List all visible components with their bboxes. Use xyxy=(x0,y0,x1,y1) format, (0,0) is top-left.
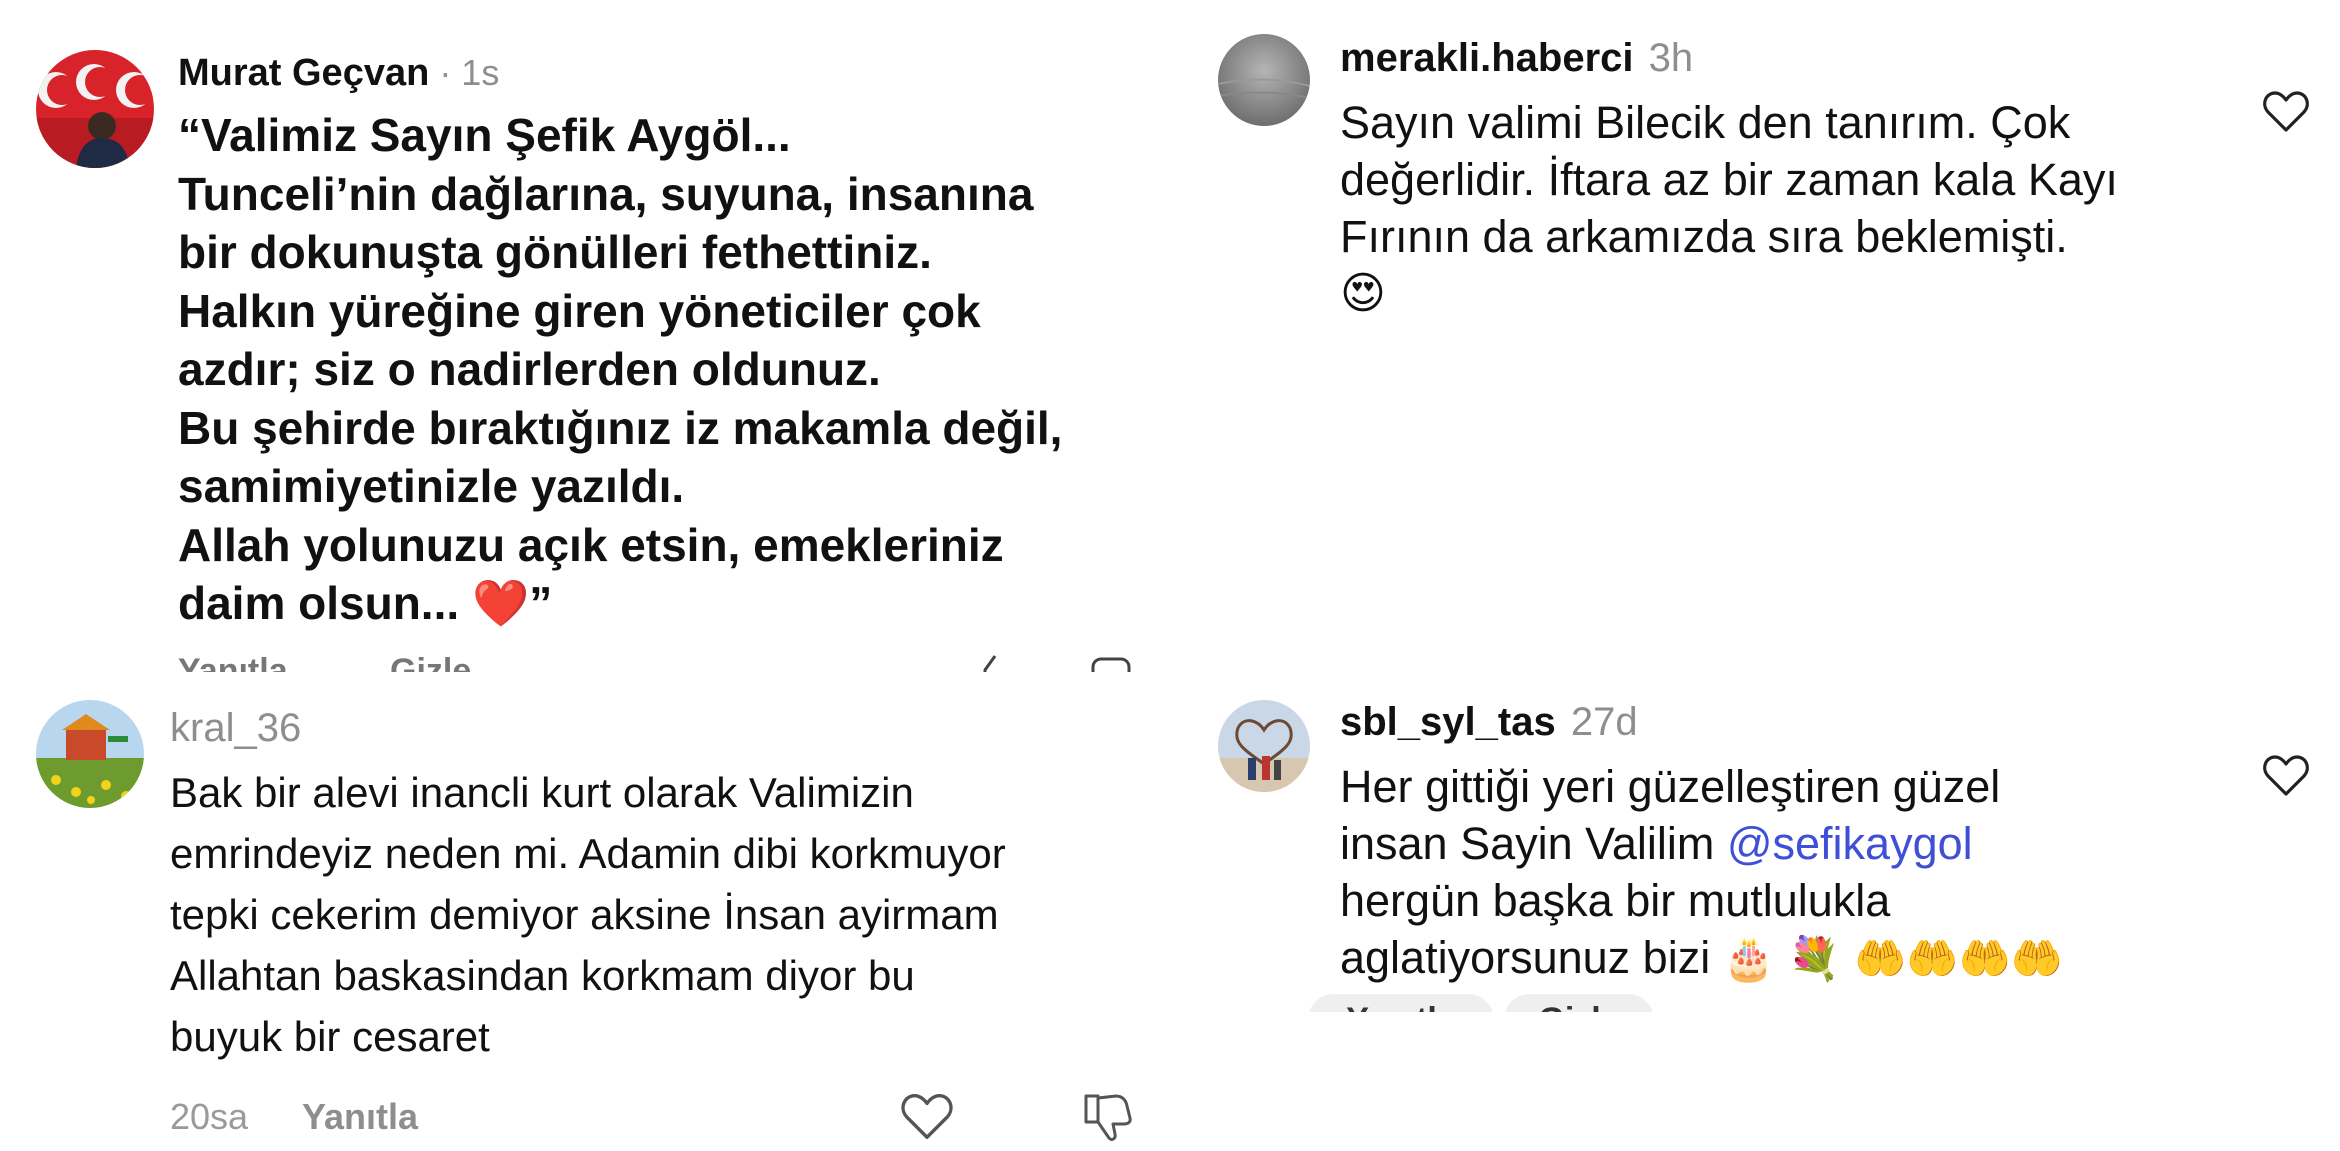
comment-text: Bak bir alevi inancli kurt olarak Valimi… xyxy=(170,762,1150,1067)
timestamp: · 1s xyxy=(429,52,500,93)
username[interactable]: kral_36 xyxy=(170,706,301,751)
username-text[interactable]: Murat Geçvan xyxy=(178,52,429,94)
emoji-group: 🎂 💐 🤲🤲🤲🤲 xyxy=(1722,934,2064,983)
avatar[interactable] xyxy=(1218,700,1310,792)
username[interactable]: Murat Geçvan · 1s xyxy=(178,52,499,95)
comment-line: samimiyetinizle yazıldı. xyxy=(178,460,685,512)
comment-line: daim olsun... ❤️” xyxy=(178,574,1158,633)
comment-line-text: daim olsun... xyxy=(178,577,472,629)
comment-panel-3: kral_36 Bak bir alevi inancli kurt olara… xyxy=(0,672,1170,1151)
comment-line: Allah yolunuzu açık etsin, emekleriniz xyxy=(178,518,1004,571)
mention-link[interactable]: @sefikaygol xyxy=(1727,818,1973,869)
comment-line: bir dokunuşta gönülleri fethettiniz. xyxy=(178,226,932,278)
timestamp: 27d xyxy=(1570,700,1638,744)
reply-button[interactable]: Yanıtla xyxy=(1308,994,1494,1012)
comment-line: “Valimiz Sayın Şefik Aygöl... xyxy=(178,109,791,161)
heart-eyes-emoji: 😍 xyxy=(1340,268,1386,319)
comment-line: Sayın valimi Bilecik den tanırım. Çok xyxy=(1340,97,2071,148)
comment-line-text: aglatiyorsunuz bizi xyxy=(1340,932,1723,983)
dislike-icon[interactable] xyxy=(1080,1090,1134,1144)
comment-line: Bak bir alevi inancli kurt olarak Valimi… xyxy=(170,769,914,816)
comment-panel-4: sbl_syl_tas 27d Her gittiği yeri güzelle… xyxy=(1170,672,2340,1012)
hide-button[interactable]: Gizle xyxy=(1504,994,1654,1012)
comment-line-text: insan Sayin Valilim xyxy=(1340,818,1727,869)
comment-line: Halkın yüreğine giren yöneticiler çok xyxy=(178,284,981,337)
comment-line: insan Sayin Valilim @sefikaygol xyxy=(1340,815,2220,872)
heart-icon[interactable] xyxy=(2262,754,2310,798)
avatar[interactable] xyxy=(36,50,154,168)
comment-line: aglatiyorsunuz bizi 🎂 💐 🤲🤲🤲🤲 xyxy=(1340,929,2220,987)
username-text[interactable]: merakli.haberci xyxy=(1340,36,1634,80)
timestamp: 3h xyxy=(1648,36,1694,80)
username[interactable]: merakli.haberci 3h xyxy=(1340,36,1693,81)
hide-button[interactable]: Gizle xyxy=(390,652,471,672)
heart-icon[interactable] xyxy=(900,1092,954,1142)
comment-line: Her gittiği yeri güzelleştiren güzel xyxy=(1340,761,2001,812)
red-heart-emoji: ❤️ xyxy=(471,576,530,630)
comment-line: tepki cekerim demiyor aksine İnsan ayirm… xyxy=(170,891,999,938)
heart-icon[interactable] xyxy=(2262,90,2310,134)
avatar[interactable] xyxy=(36,700,144,808)
closing-quote: ” xyxy=(529,577,553,629)
comment-text: Sayın valimi Bilecik den tanırım. Çok de… xyxy=(1340,94,2180,322)
comment-line: Allahtan baskasindan korkmam diyor bu xyxy=(170,952,915,999)
reply-button[interactable]: Yanıtla xyxy=(178,652,288,672)
comment-line: Bu şehirde bıraktığınız iz makamla değil… xyxy=(178,401,1063,454)
username-text[interactable]: sbl_syl_tas xyxy=(1340,700,1556,744)
comment-line: değerlidir. İftara az bir zaman kala Kay… xyxy=(1340,154,2118,205)
comment-icon[interactable] xyxy=(1090,656,1134,672)
comment-line: azdır; siz o nadirlerden oldunuz. xyxy=(178,343,881,395)
comment-line: emrindeyiz neden mi. Adamin dibi korkmuy… xyxy=(170,830,1006,877)
comment-text: “Valimiz Sayın Şefik Aygöl... Tunceli’ni… xyxy=(178,106,1158,633)
comment-line: Tunceli’nin dağlarına, suyuna, insanına xyxy=(178,167,1034,220)
like-icon[interactable] xyxy=(975,652,1015,672)
reply-button[interactable]: Yanıtla xyxy=(302,1096,418,1138)
comment-text: Her gittiği yeri güzelleştiren güzel ins… xyxy=(1340,758,2220,987)
username[interactable]: sbl_syl_tas 27d xyxy=(1340,700,1638,745)
comment-line: Fırının da arkamızda sıra beklemişti. xyxy=(1340,211,2068,262)
comment-line: buyuk bir cesaret xyxy=(170,1013,490,1060)
comment-panel-2: merakli.haberci 3h Sayın valimi Bilecik … xyxy=(1170,0,2340,672)
comment-panel-1: Murat Geçvan · 1s “Valimiz Sayın Şefik A… xyxy=(0,0,1170,672)
comment-line: hergün başka bir mutlulukla xyxy=(1340,875,1891,926)
timestamp: 20sa xyxy=(170,1096,249,1137)
avatar[interactable] xyxy=(1218,34,1310,126)
